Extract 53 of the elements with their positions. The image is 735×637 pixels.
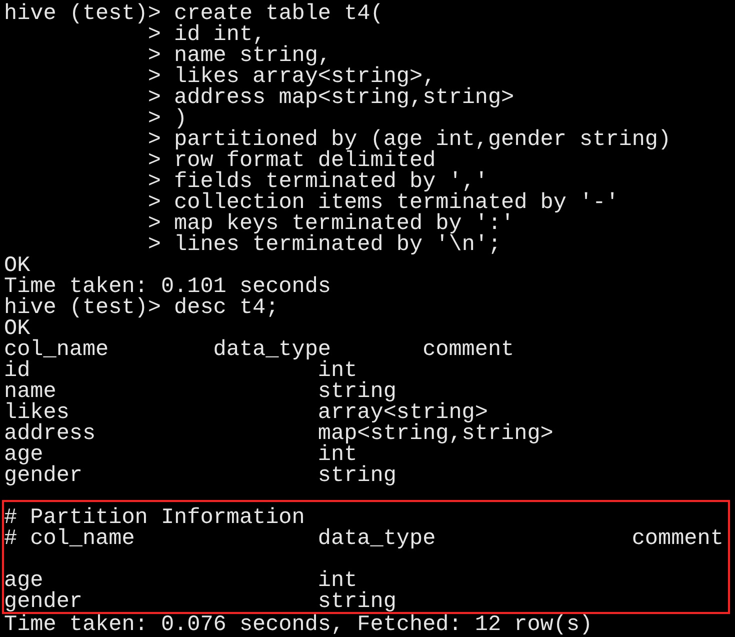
command-text: partitioned by (age int,gender string) <box>174 129 672 150</box>
column-header: comment <box>632 528 724 549</box>
column-header: comment <box>422 339 516 360</box>
command-text: ) <box>174 108 188 129</box>
prompt-text: hive (test)> <box>4 3 161 24</box>
table-cell-text: string <box>318 591 398 612</box>
command-text: lines terminated by '\n'; <box>174 234 502 255</box>
table-cell-text: gender <box>4 465 84 486</box>
table-cell-text: address <box>4 423 97 444</box>
prompt-text: > <box>148 87 161 108</box>
command-text: row format delimited <box>174 150 436 171</box>
output-text: OK <box>4 318 30 339</box>
prompt-text: > <box>148 171 161 192</box>
output-text: Time taken: 0.101 seconds <box>4 276 332 297</box>
section-title: # Partition Information <box>4 507 305 528</box>
table-cell-text: name <box>4 381 56 402</box>
prompt-text: > <box>148 24 161 45</box>
column-header: col_name <box>4 339 110 360</box>
table-cell-text: array<string> <box>318 402 488 423</box>
command-text: desc t4; <box>174 297 279 318</box>
table-cell-text: gender <box>4 591 84 612</box>
command-text: fields terminated by ',' <box>174 171 488 192</box>
table-cell-text: int <box>318 360 358 381</box>
table-cell-text: int <box>318 444 358 465</box>
command-text: address map<string,string> <box>174 87 514 108</box>
command-text: collection items terminated by '-' <box>174 192 619 213</box>
table-cell-text: age <box>4 570 44 591</box>
table-cell-text: age <box>4 444 44 465</box>
table-cell-text: string <box>318 381 396 402</box>
command-text: id int, <box>174 24 266 45</box>
prompt-text: > <box>148 66 161 87</box>
column-header: # col_name <box>4 528 136 549</box>
table-cell-text: int <box>318 570 358 591</box>
prompt-text: > <box>148 234 161 255</box>
prompt-text: hive (test)> <box>4 297 161 318</box>
prompt-text: > <box>148 150 161 171</box>
prompt-text: > <box>148 192 161 213</box>
column-header: data_type <box>318 528 437 549</box>
prompt-text: > <box>148 108 161 129</box>
prompt-text: > <box>148 45 161 66</box>
output-text: Time taken: 0.076 seconds, Fetched: 12 row(s) <box>4 614 593 635</box>
table-cell-text: likes <box>4 402 70 423</box>
table-cell-text: string <box>318 465 398 486</box>
column-header: data_type <box>213 339 332 360</box>
table-cell-text: id <box>4 360 32 381</box>
table-cell-text: map<string,string> <box>318 423 554 444</box>
prompt-text: > <box>148 129 161 150</box>
command-text: map keys terminated by ':' <box>174 213 514 234</box>
prompt-text: > <box>148 213 161 234</box>
command-text: likes array<string>, <box>174 66 436 87</box>
command-text: name string, <box>174 45 332 66</box>
command-text: create table t4( <box>174 3 384 24</box>
output-text: OK <box>4 255 30 276</box>
